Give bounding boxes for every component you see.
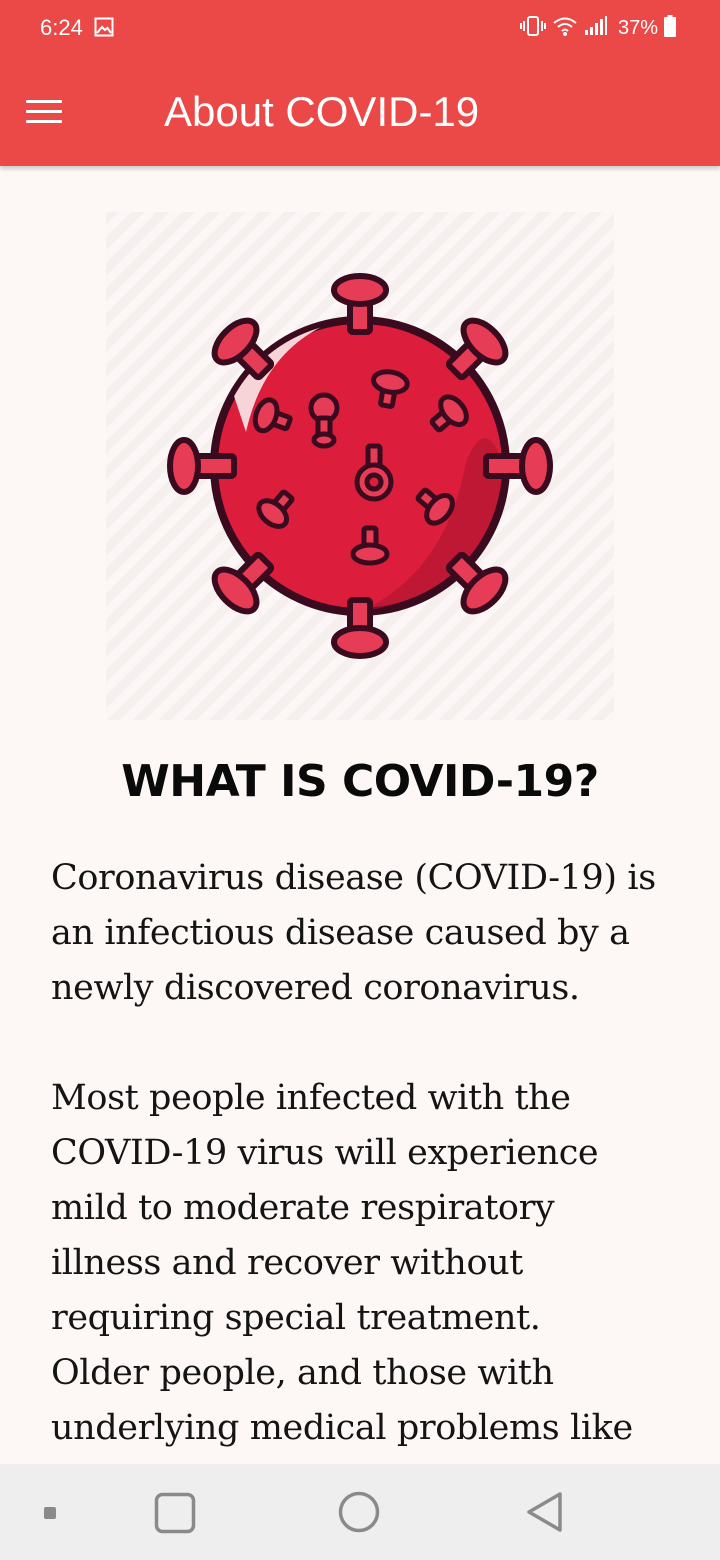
paragraph-line: Coronavirus disease (COVID-19) is [51, 858, 656, 898]
paragraph-line: an infectious disease caused by a [51, 913, 630, 953]
paragraph-line: Older people, and those with [51, 1353, 554, 1393]
virus-icon [167, 273, 553, 659]
paragraph-line: newly discovered coronavirus. [51, 968, 580, 1008]
status-time: 6:24 [40, 15, 83, 40]
coronavirus-illustration [106, 212, 614, 720]
section-heading: WHAT IS COVID-19? [121, 756, 599, 807]
paragraph-line: requiring special treatment. [51, 1298, 541, 1338]
gallery-icon [94, 17, 114, 42]
hamburger-menu-icon[interactable] [18, 89, 70, 133]
page-title: About COVID-19 [164, 88, 480, 135]
wifi-icon [552, 15, 578, 42]
paragraph-line: Most people infected with the [51, 1078, 571, 1118]
back-triangle-icon[interactable] [524, 1491, 566, 1538]
battery-icon [664, 14, 676, 42]
paragraph-line: COVID-19 virus will experience [51, 1133, 599, 1173]
paragraph-line: underlying medical problems like [51, 1408, 633, 1448]
paragraph-symptoms: Most people infected with the COVID-19 v… [51, 1071, 691, 1456]
battery-percent: 37% [617, 17, 658, 39]
status-icons: 37% [519, 14, 676, 42]
signal-icon [584, 15, 608, 42]
vibrate-icon [519, 15, 546, 42]
paragraph-line: mild to moderate respiratory [51, 1188, 555, 1228]
overview-square-icon[interactable] [154, 1492, 196, 1539]
recents-dot-icon[interactable] [44, 1506, 56, 1524]
paragraph-line: illness and recover without [51, 1243, 523, 1283]
app-bar: About COVID-19 [0, 56, 720, 166]
content-scroll[interactable]: WHAT IS COVID-19? Coronavirus disease (C… [0, 166, 720, 1464]
system-navigation-bar [0, 1464, 720, 1560]
paragraph-definition: Coronavirus disease (COVID-19) is an inf… [51, 851, 691, 1016]
status-bar: 6:24 37% [0, 0, 720, 56]
home-circle-icon[interactable] [338, 1491, 380, 1538]
